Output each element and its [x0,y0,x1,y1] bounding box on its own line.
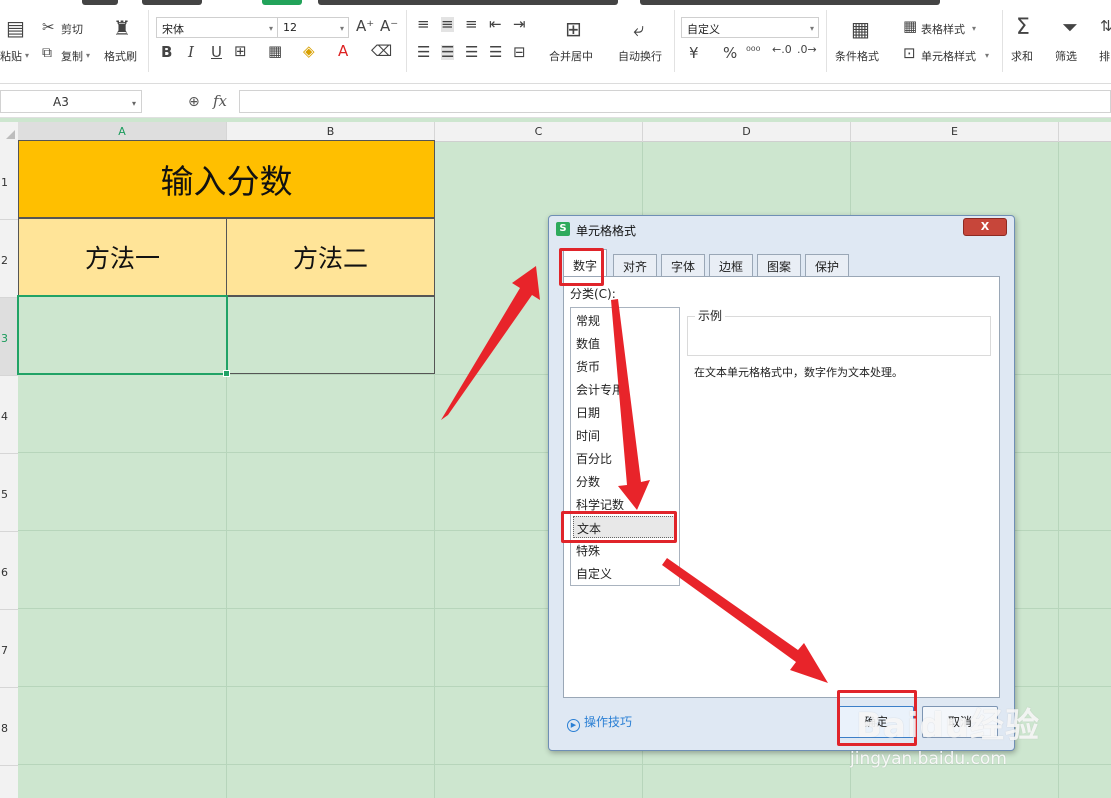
red-arrow-to-text-category [611,299,650,510]
baidu-jingyan-watermark-logo: Baidu经验 [856,706,1041,746]
annotation-arrows [441,266,828,683]
red-arrow-to-ok-button [662,558,828,683]
red-arrow-to-number-tab [441,266,540,420]
watermark-url: jingyan.baidu.com [850,749,1007,769]
